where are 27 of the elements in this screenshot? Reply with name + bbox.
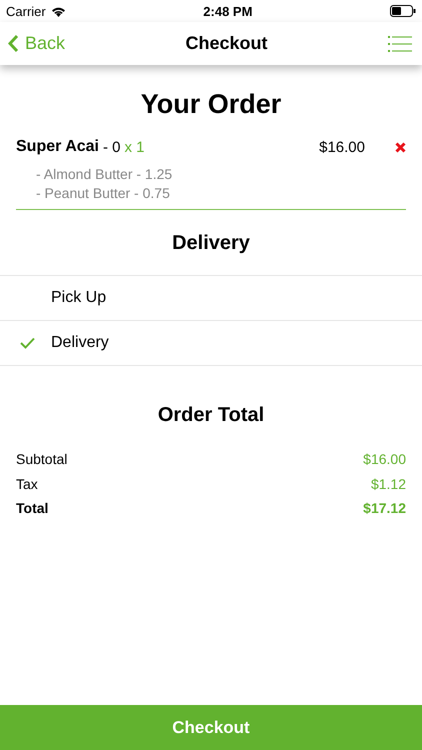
total-label: Subtotal	[16, 451, 68, 468]
checkmark-icon	[20, 337, 35, 349]
chevron-left-icon	[8, 34, 19, 53]
item-name: Super Acai	[16, 138, 99, 156]
delivery-option[interactable]: Pick Up	[0, 275, 422, 320]
item-extra: - Peanut Butter - 0.75	[36, 185, 171, 201]
remove-button[interactable]	[395, 142, 406, 152]
wifi-icon	[50, 6, 66, 16]
clock-time: 2:48 PM	[203, 4, 252, 18]
menu-icon[interactable]	[388, 36, 412, 52]
order-heading: Your Order	[140, 89, 282, 120]
item-price: $16.00	[319, 138, 365, 156]
total-value: $17.12	[363, 500, 406, 516]
total-value: $16.00	[363, 451, 406, 468]
item-extra: - Almond Butter - 1.25	[36, 166, 174, 182]
total-label: Tax	[16, 476, 38, 492]
item-quantity: x 1	[124, 138, 145, 156]
order-total-heading: Order Total	[156, 404, 266, 427]
total-label: Total	[16, 500, 48, 516]
delivery-heading: Delivery	[171, 232, 251, 255]
close-icon	[395, 142, 406, 152]
delivery-option[interactable]: Delivery	[0, 320, 422, 366]
carrier-label: Carrier	[6, 4, 46, 18]
item-detail: - 0	[103, 138, 121, 156]
nav-title: Checkout	[186, 33, 268, 54]
total-value: $1.12	[370, 476, 406, 492]
battery-icon	[390, 5, 416, 17]
